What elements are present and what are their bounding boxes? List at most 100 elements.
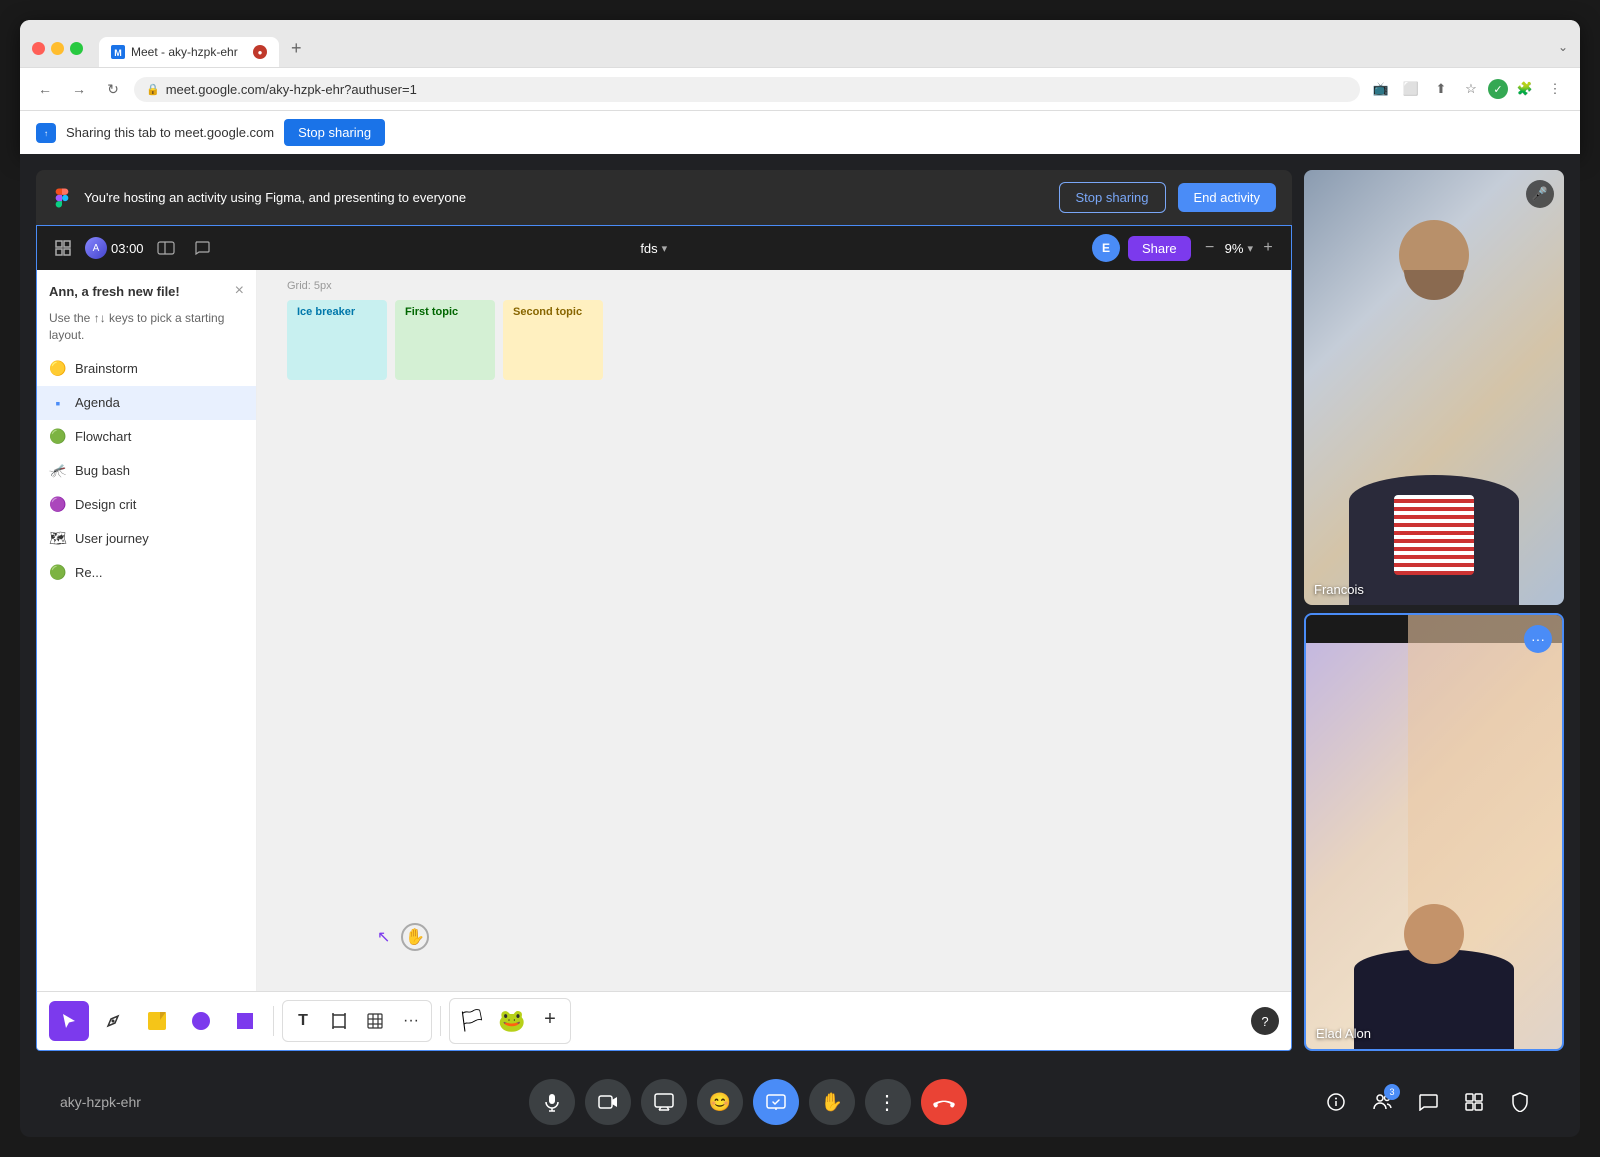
meet-inner: You're hosting an activity using Figma, … xyxy=(20,154,1580,1067)
end-call-button[interactable] xyxy=(921,1079,967,1125)
activity-button[interactable] xyxy=(753,1079,799,1125)
camera-button[interactable] xyxy=(585,1079,631,1125)
cursor-icon: ↖ xyxy=(377,927,397,947)
address-bar[interactable]: 🔒 meet.google.com/aky-hzpk-ehr?authuser=… xyxy=(134,77,1360,102)
help-icon: ? xyxy=(1261,1014,1268,1029)
menu-item-agenda[interactable]: ▪ Agenda xyxy=(37,386,256,420)
text-tools-group: T xyxy=(282,1000,432,1042)
elad-body xyxy=(1354,949,1514,1049)
end-activity-button[interactable]: End activity xyxy=(1178,183,1276,212)
info-button[interactable] xyxy=(1316,1082,1356,1122)
menu-label-retro: Re... xyxy=(75,565,102,580)
bookmark-icon[interactable]: ☆ xyxy=(1458,76,1484,102)
frame-tool-button[interactable] xyxy=(323,1005,355,1037)
more-options-button[interactable]: ⋮ xyxy=(865,1079,911,1125)
lock-icon: 🔒 xyxy=(146,83,160,96)
refresh-button[interactable]: ↻ xyxy=(100,76,126,102)
sticky-note-tool-button[interactable] xyxy=(137,1001,177,1041)
sticky-ice-breaker[interactable]: Ice breaker xyxy=(287,300,387,380)
people-button[interactable]: 3 xyxy=(1362,1082,1402,1122)
zoom-out-button[interactable]: − xyxy=(1199,237,1221,259)
sticky-ice-label: Ice breaker xyxy=(297,306,377,318)
add-widget-button[interactable]: + xyxy=(534,1003,566,1035)
menu-label-brainstorm: Brainstorm xyxy=(75,361,138,376)
open-tab-icon[interactable]: ⬜ xyxy=(1398,76,1424,102)
shape-circle-button[interactable] xyxy=(181,1001,221,1041)
sticky-first-topic[interactable]: First topic xyxy=(395,300,495,380)
zoom-level: 9% xyxy=(1225,241,1244,256)
close-traffic-light[interactable] xyxy=(32,42,45,55)
zoom-dropdown-icon[interactable]: ▾ xyxy=(1247,242,1253,255)
maximize-traffic-light[interactable] xyxy=(70,42,83,55)
pen-tool-button[interactable] xyxy=(93,1001,133,1041)
elad-head xyxy=(1404,904,1464,964)
sticky-second-label: Second topic xyxy=(513,306,593,318)
menu-item-bug-bash[interactable]: 🦟 Bug bash xyxy=(37,454,256,488)
back-button[interactable]: ← xyxy=(32,76,58,102)
active-tab[interactable]: M Meet - aky-hzpk-ehr ● xyxy=(99,37,279,67)
microphone-button[interactable] xyxy=(529,1079,575,1125)
figma-grid-icon[interactable] xyxy=(49,234,77,262)
cast-icon[interactable]: 📺 xyxy=(1368,76,1394,102)
menu-item-brainstorm[interactable]: 🟡 Brainstorm xyxy=(37,352,256,386)
emoji-reaction-button[interactable]: 😊 xyxy=(697,1079,743,1125)
video-panels: 🎤 Francois ··· Elad xyxy=(1304,170,1564,1051)
figma-share-button[interactable]: Share xyxy=(1128,236,1191,261)
menu-item-flowchart[interactable]: 🟢 Flowchart xyxy=(37,420,256,454)
panel-close-button[interactable]: × xyxy=(235,282,244,300)
safety-button[interactable] xyxy=(1500,1082,1540,1122)
add-widget-icon: + xyxy=(544,1008,556,1031)
layout-icon[interactable] xyxy=(152,234,180,262)
sticker-icon: 🐸 xyxy=(498,1008,525,1034)
chat-button[interactable] xyxy=(1408,1082,1448,1122)
francois-beard xyxy=(1404,270,1464,300)
zoom-in-button[interactable]: + xyxy=(1257,237,1279,259)
table-tool-button[interactable] xyxy=(359,1005,391,1037)
elad-figure xyxy=(1354,894,1514,1049)
timer-avatar: A xyxy=(85,237,107,259)
menu-item-design-crit[interactable]: 🟣 Design crit xyxy=(37,488,256,522)
toolbar-actions: 📺 ⬜ ⬆ ☆ ✓ 🧩 ⋮ xyxy=(1368,76,1568,102)
text-tool-button[interactable]: T xyxy=(287,1005,319,1037)
more-tools-button[interactable]: ··· xyxy=(395,1005,427,1037)
comment-icon[interactable] xyxy=(188,234,216,262)
menu-item-retro[interactable]: 🟢 Re... xyxy=(37,556,256,590)
minimize-traffic-light[interactable] xyxy=(51,42,64,55)
user-journey-icon: 🗺 xyxy=(49,530,67,548)
elad-more-button[interactable]: ··· xyxy=(1524,625,1552,653)
sticker-button[interactable]: 🐸 xyxy=(494,1003,530,1039)
menu-label-user-journey: User journey xyxy=(75,531,149,546)
filename-dropdown-icon[interactable]: ▾ xyxy=(662,242,668,255)
share-banner-text: Sharing this tab to meet.google.com xyxy=(66,125,274,140)
browser-stop-sharing-button[interactable]: Stop sharing xyxy=(284,119,385,146)
raise-hand-button[interactable]: ✋ xyxy=(809,1079,855,1125)
tab-close-button[interactable]: ● xyxy=(253,45,267,59)
menu-label-bug-bash: Bug bash xyxy=(75,463,130,478)
extensions-icon[interactable]: 🧩 xyxy=(1512,76,1538,102)
url-text: meet.google.com/aky-hzpk-ehr?authuser=1 xyxy=(166,82,417,97)
present-button[interactable] xyxy=(641,1079,687,1125)
forward-button[interactable]: → xyxy=(66,76,92,102)
new-tab-button[interactable]: + xyxy=(283,30,310,67)
browser-titlebar: M Meet - aky-hzpk-ehr ● + ⌄ xyxy=(20,20,1580,67)
shape-square-button[interactable] xyxy=(225,1001,265,1041)
google-account-icon[interactable]: ✓ xyxy=(1488,79,1508,99)
sticky-notes-group: Ice breaker First topic Second topic xyxy=(287,300,603,380)
emoji-stamp-button[interactable]: 🏳 xyxy=(454,1003,490,1039)
figma-canvas: Grid: 5px Ice breaker First topic Second… xyxy=(257,270,1291,991)
stop-sharing-button[interactable]: Stop sharing xyxy=(1059,182,1166,213)
figma-bottom-toolbar: T xyxy=(37,991,1291,1050)
more-options-icon[interactable]: ⋮ xyxy=(1542,76,1568,102)
select-tool-button[interactable] xyxy=(49,1001,89,1041)
francois-mute-icon: 🎤 xyxy=(1526,180,1554,208)
activities-panel-button[interactable] xyxy=(1454,1082,1494,1122)
share-icon[interactable]: ⬆ xyxy=(1428,76,1454,102)
bug-bash-icon: 🦟 xyxy=(49,462,67,480)
francois-shirt xyxy=(1394,495,1474,575)
figma-app: A 03:00 xyxy=(36,225,1292,1051)
menu-item-user-journey[interactable]: 🗺 User journey xyxy=(37,522,256,556)
sticky-second-topic[interactable]: Second topic xyxy=(503,300,603,380)
help-button[interactable]: ? xyxy=(1251,1007,1279,1035)
meet-right-controls: 3 xyxy=(1316,1082,1540,1122)
browser-toolbar: ← → ↻ 🔒 meet.google.com/aky-hzpk-ehr?aut… xyxy=(20,67,1580,110)
